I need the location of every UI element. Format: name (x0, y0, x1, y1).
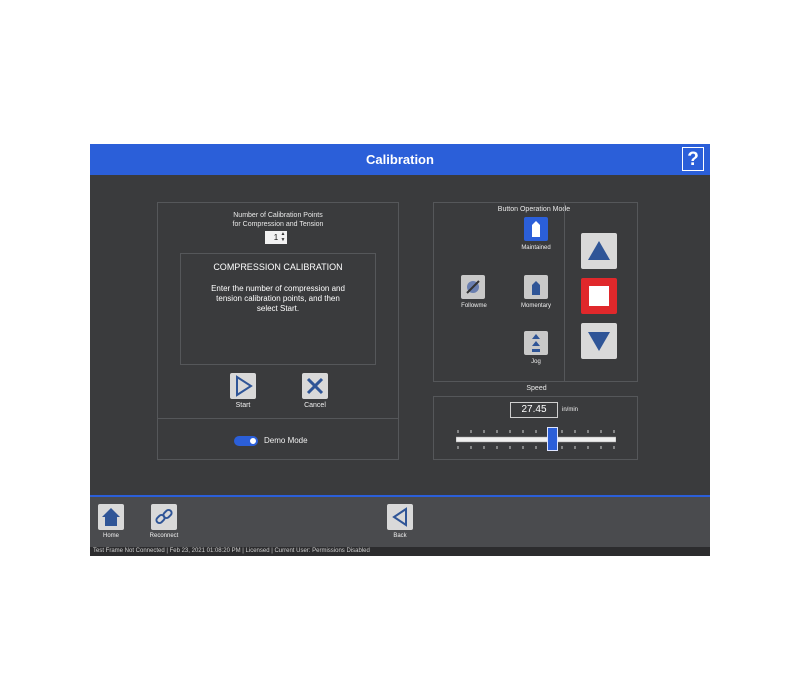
button-mode-title: Button Operation Mode (497, 206, 571, 213)
calibration-points-label-line2: for Compression and Tension (232, 221, 324, 228)
jog-icon (524, 331, 548, 355)
reconnect-link-icon (151, 504, 177, 530)
calibration-points-label: Number of Calibration Points for Compres… (158, 211, 398, 229)
slider-tick (561, 430, 563, 433)
momentary-label: Momentary (520, 303, 551, 309)
home-label: Home (102, 533, 119, 539)
maintained-label: Maintained (521, 245, 551, 251)
bottom-nav-bar: Home Reconnect Back (90, 495, 710, 547)
cancel-button[interactable]: Cancel (296, 373, 334, 415)
up-arrow-icon (588, 241, 610, 260)
slider-tick (457, 430, 459, 433)
slider-tick (496, 446, 498, 449)
slider-tick (535, 446, 537, 449)
stop-button[interactable] (581, 278, 617, 314)
window-title: Calibration (366, 152, 434, 167)
title-bar: Calibration ? (90, 144, 710, 175)
cancel-label: Cancel (304, 402, 326, 409)
slider-tick (457, 446, 459, 449)
speed-value-field[interactable]: 27.45 (510, 402, 558, 418)
start-play-icon (230, 373, 256, 399)
calibration-window: Calibration ? Number of Calibration Poin… (90, 144, 710, 556)
slider-tick (483, 430, 485, 433)
slider-tick (561, 446, 563, 449)
start-label: Start (235, 402, 251, 409)
followme-icon (461, 275, 485, 299)
message-heading: COMPRESSION CALIBRATION (213, 262, 343, 272)
down-button[interactable] (581, 323, 617, 359)
slider-tick (587, 430, 589, 433)
slider-track (455, 436, 617, 443)
followme-option[interactable]: Followme (452, 275, 496, 315)
demo-mode-toggle[interactable] (234, 436, 258, 446)
slider-tick (535, 430, 537, 433)
reconnect-label: Reconnect (149, 533, 179, 539)
calibration-points-value: 1 (273, 233, 279, 242)
calibration-points-label-line1: Number of Calibration Points (233, 212, 323, 219)
down-arrow-icon (588, 332, 610, 351)
speed-title: Speed (526, 385, 547, 392)
message-body-line3: select Start. (256, 304, 300, 313)
cancel-x-icon (302, 373, 328, 399)
followme-label: Followme (461, 303, 487, 309)
status-text: Test Frame Not Connected | Feb 23, 2021 … (93, 548, 370, 554)
spinner-arrows-icon[interactable]: ▲ ▼ (280, 231, 286, 243)
slider-tick (613, 446, 615, 449)
slider-tick (600, 446, 602, 449)
maintained-option[interactable]: Maintained (512, 217, 560, 259)
speed-value: 27.45 (521, 404, 547, 415)
back-label: Back (393, 533, 407, 539)
start-button[interactable]: Start (226, 373, 260, 415)
slider-tick (613, 430, 615, 433)
button-operation-mode-panel: Button Operation Mode Followme Maintaine… (433, 202, 638, 382)
help-button[interactable]: ? (682, 147, 704, 171)
calibration-points-spinner[interactable]: 1 ▲ ▼ (265, 231, 287, 244)
back-button[interactable]: Back (385, 504, 415, 542)
back-icon (387, 504, 413, 530)
reconnect-button[interactable]: Reconnect (146, 504, 182, 542)
maintained-icon (524, 217, 548, 241)
message-body-line1: Enter the number of compression and (211, 284, 345, 293)
slider-tick (483, 446, 485, 449)
slider-tick (522, 446, 524, 449)
slider-tick (470, 446, 472, 449)
slider-tick (509, 446, 511, 449)
home-button[interactable]: Home (96, 504, 126, 542)
momentary-option[interactable]: Momentary (512, 275, 560, 317)
slider-tick (522, 430, 524, 433)
slider-tick (470, 430, 472, 433)
demo-mode-label: Demo Mode (264, 436, 308, 445)
slider-tick (496, 430, 498, 433)
help-icon: ? (687, 149, 699, 170)
message-body: Enter the number of compression and tens… (181, 284, 375, 314)
demo-mode-divider (158, 418, 398, 419)
speed-unit: in/min (562, 407, 579, 413)
stop-icon (589, 286, 609, 306)
slider-tick (600, 430, 602, 433)
slider-thumb[interactable] (546, 427, 558, 451)
jog-option[interactable]: Jog (512, 331, 560, 373)
button-mode-divider (564, 203, 565, 381)
message-body-line2: tension calibration points, and then (216, 294, 340, 303)
speed-slider-ticks (455, 430, 617, 449)
speed-slider[interactable] (455, 425, 617, 453)
jog-label: Jog (531, 359, 541, 365)
up-button[interactable] (581, 233, 617, 269)
home-icon (98, 504, 124, 530)
calibration-message-box: COMPRESSION CALIBRATION Enter the number… (180, 253, 376, 365)
slider-tick (574, 430, 576, 433)
speed-panel: Speed 27.45 in/min (433, 385, 638, 460)
slider-tick (574, 446, 576, 449)
calibration-setup-panel: Number of Calibration Points for Compres… (157, 202, 399, 460)
slider-tick (587, 446, 589, 449)
momentary-icon (524, 275, 548, 299)
status-bar: Test Frame Not Connected | Feb 23, 2021 … (90, 547, 710, 556)
slider-tick (509, 430, 511, 433)
toggle-knob (250, 438, 256, 444)
